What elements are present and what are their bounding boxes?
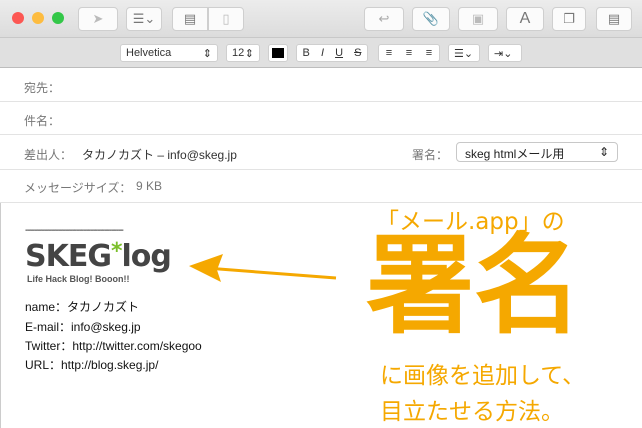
overlay-line2: に画像を追加して、 [380,363,586,389]
overlay-big-text: 署名 [366,224,583,349]
reply-icon: ↩ [378,11,390,26]
list-icon: ☰⌄ [132,11,156,26]
font-size: 12 [232,47,245,59]
signature-select[interactable]: skeg htmlメール用 ⇕ [456,142,618,162]
size-label: メッセージサイズ： [24,181,132,195]
signature-line-name: name：タカノカズト [25,300,140,314]
arrow-icon [189,254,337,282]
list-style-button[interactable]: ☰⌄ [448,44,480,62]
stepper-icon: ⇕ [202,47,212,60]
from-row: 差出人： タカノカズト – info@skeg.jp 署名： skeg html… [0,135,642,170]
close-button[interactable] [12,12,24,24]
minimize-button[interactable] [32,12,44,24]
indent-button[interactable]: ⇥⌄ [488,44,522,62]
to-field[interactable]: 宛先： [0,69,642,102]
style-buttons: B I U S [296,44,368,62]
send-icon: ➤ [92,11,104,26]
separator: ----------------------------------------… [25,225,124,236]
format-bar: Helvetica ⇕ 12 ⇕ B I U S ≡ ≡ ≡ ☰⌄ ⇥⌄ [0,38,642,68]
window-icon: ❐ [563,11,575,26]
bold-button[interactable]: B [303,47,310,59]
size-row: メッセージサイズ： 9 KB [0,170,642,203]
list-icon: ☰⌄ [454,47,474,60]
signature-line-url: URL：http://blog.skeg.jp/ [25,358,159,372]
signature-label: 署名： [412,148,449,162]
stationery-button[interactable]: ▯ [208,7,244,31]
alignment-buttons: ≡ ≡ ≡ [378,44,440,62]
header-fields-button[interactable]: ☰⌄ [126,7,162,31]
reply-button[interactable]: ↩ [364,7,404,31]
send-button[interactable]: ➤ [78,7,118,31]
window-toolbar: ➤ ☰⌄ ▤ ▯ ↩ 📎 ▣ A ❐ ▤ [0,0,642,38]
underline-button[interactable]: U [335,47,343,59]
from-label: 差出人： [24,148,73,162]
stepper-icon: ⇕ [244,47,254,60]
font-name: Helvetica [126,47,172,59]
align-left-icon[interactable]: ≡ [386,47,392,59]
photo-icon: ▣ [471,11,485,26]
subject-field[interactable]: 件名： [0,102,642,135]
color-well[interactable] [268,44,288,62]
format-button[interactable]: ▤ [596,7,632,31]
zoom-button[interactable] [52,12,64,24]
font-icon: A [519,10,531,27]
skeg-logo: SKEG*log [25,239,172,274]
strikethrough-button[interactable]: S [354,47,361,59]
attach-icon: 📎 [422,11,440,26]
fonts-button[interactable]: A [506,7,544,31]
signature-value: skeg htmlメール用 [465,147,565,161]
header-icon: ▤ [183,11,197,26]
indent-icon: ⇥⌄ [494,47,513,60]
header-button[interactable]: ▤ [172,7,208,31]
italic-button[interactable]: I [321,47,324,59]
size-value: 9 KB [136,179,163,193]
format-icon: ▤ [607,11,621,26]
size-select[interactable]: 12 ⇕ [226,44,260,62]
stationery-icon: ▯ [222,11,230,26]
logo-tagline: Life Hack Blog! Booon!! [27,274,130,284]
overlay-line3: 目立たせる方法。 [380,399,564,425]
stepper-icon: ⇕ [598,145,609,159]
align-center-icon[interactable]: ≡ [406,47,412,59]
subject-label: 件名： [24,114,61,128]
from-value[interactable]: タカノカズト – info@skeg.jp [82,146,237,163]
align-right-icon[interactable]: ≡ [426,47,432,59]
signature-line-twitter: Twitter：http://twitter.com/skegoo [25,339,202,353]
signature-line-email: E-mail：info@skeg.jp [25,320,141,334]
photo-browser-button[interactable]: ▣ [458,7,498,31]
font-select[interactable]: Helvetica ⇕ [120,44,218,62]
attach-button[interactable]: 📎 [412,7,450,31]
window-button[interactable]: ❐ [552,7,586,31]
to-label: 宛先： [24,81,61,95]
